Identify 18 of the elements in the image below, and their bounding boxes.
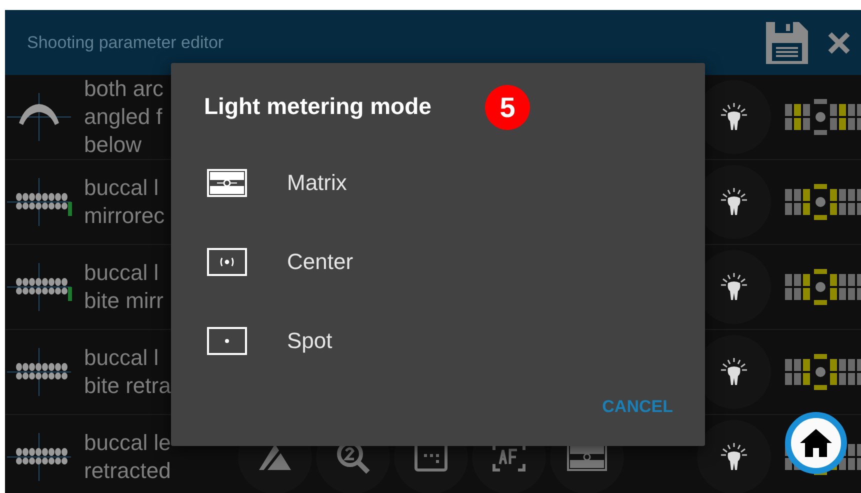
dialog-title: Light metering mode [204,93,432,120]
matrix-metering-icon [207,168,247,196]
window-title: Shooting parameter editor [27,32,225,52]
tooth-icon [719,442,749,472]
home-icon [799,428,833,458]
tooth-icon [719,187,749,217]
metering-option[interactable]: Matrix [207,143,675,222]
metering-option[interactable]: Center [207,222,675,301]
spot-metering-icon [207,326,247,354]
step-badge: 5 [485,85,530,130]
save-icon[interactable] [765,20,809,64]
matrix-metering-icon[interactable] [567,443,607,471]
tooth-icon [719,102,749,132]
tooth-icon [719,357,749,387]
close-icon[interactable] [827,30,851,54]
metering-option[interactable]: Spot [207,301,675,380]
center-metering-icon [207,248,247,276]
tooth-icon [719,272,749,302]
